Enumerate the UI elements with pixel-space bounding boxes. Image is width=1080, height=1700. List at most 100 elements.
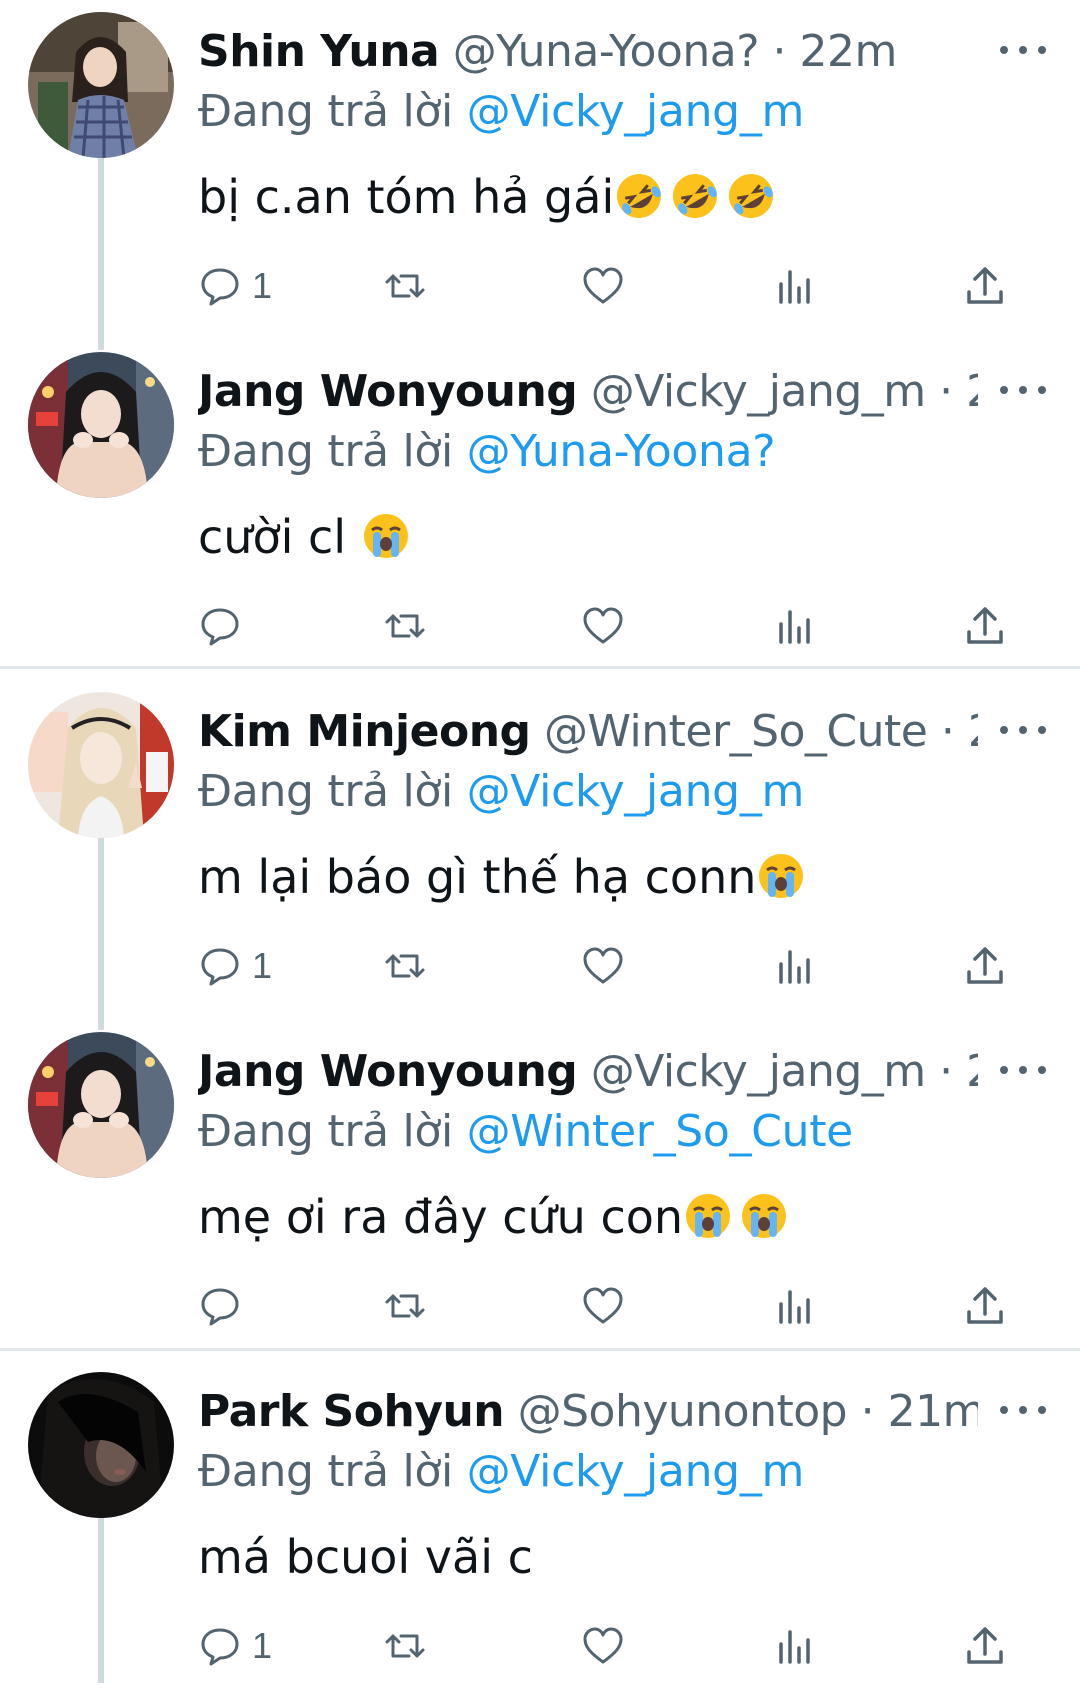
loudly-crying-face-emoji bbox=[361, 511, 411, 561]
share-button[interactable] bbox=[963, 256, 1007, 316]
tweet[interactable]: Shin Yuna @Yuna-Yoona? · 22m Đang trả lờ… bbox=[0, 0, 1080, 340]
like-button[interactable] bbox=[581, 1616, 625, 1676]
tweet[interactable]: Park Sohyun @Sohyunontop · 21m Đang trả … bbox=[0, 1360, 1080, 1700]
replying-to-label: Đang trả lời bbox=[198, 1106, 453, 1157]
replying-to: Đang trả lời @Vicky_jang_m bbox=[198, 80, 804, 144]
views-button[interactable] bbox=[773, 1616, 817, 1676]
loudly-crying-face-emoji bbox=[756, 851, 806, 901]
user-handle[interactable]: @Winter_So_Cute bbox=[544, 706, 928, 757]
tweet-actions: 1 bbox=[198, 1616, 1018, 1676]
timestamp[interactable]: 2... bbox=[966, 366, 978, 417]
avatar[interactable] bbox=[28, 352, 174, 498]
rolling-on-floor-laughing-emoji bbox=[670, 171, 720, 221]
reply-icon bbox=[201, 608, 239, 646]
share-icon bbox=[967, 267, 1003, 304]
tweet[interactable]: Jang Wonyoung @Vicky_jang_m · 2... Đang … bbox=[0, 340, 1080, 680]
loudly-crying-face-emoji bbox=[683, 1191, 733, 1241]
tweet-text-content: cười cl bbox=[198, 510, 361, 564]
reply-count: 1 bbox=[252, 265, 273, 306]
retweet-button[interactable] bbox=[383, 256, 427, 316]
like-button[interactable] bbox=[581, 936, 625, 996]
heart-icon bbox=[583, 947, 623, 984]
views-button[interactable] bbox=[773, 596, 817, 656]
reply-button[interactable]: 1 bbox=[198, 1616, 272, 1676]
retweet-button[interactable] bbox=[383, 596, 427, 656]
bar-chart-icon bbox=[779, 950, 810, 984]
avatar[interactable] bbox=[28, 1372, 174, 1518]
user-handle[interactable]: @Vicky_jang_m bbox=[591, 1046, 926, 1097]
share-icon bbox=[967, 1287, 1003, 1324]
replying-to-link[interactable]: @Vicky_jang_m bbox=[467, 1446, 805, 1497]
reply-count: 1 bbox=[252, 945, 273, 986]
retweet-button[interactable] bbox=[383, 936, 427, 996]
reply-button[interactable] bbox=[198, 1276, 252, 1336]
display-name[interactable]: Jang Wonyoung bbox=[198, 366, 578, 417]
like-button[interactable] bbox=[581, 596, 625, 656]
user-handle[interactable]: @Vicky_jang_m bbox=[591, 366, 926, 417]
display-name[interactable]: Jang Wonyoung bbox=[198, 1046, 578, 1097]
bar-chart-icon bbox=[779, 610, 810, 644]
tweet-header: Jang Wonyoung @Vicky_jang_m · 2... bbox=[198, 360, 978, 424]
timestamp[interactable]: 2... bbox=[968, 706, 978, 757]
reply-button[interactable]: 1 bbox=[198, 256, 272, 316]
share-button[interactable] bbox=[963, 936, 1007, 996]
display-name[interactable]: Park Sohyun bbox=[198, 1386, 505, 1437]
avatar[interactable] bbox=[28, 1032, 174, 1178]
tweet[interactable]: Jang Wonyoung @Vicky_jang_m · 2... Đang … bbox=[0, 1020, 1080, 1360]
replying-to-label: Đang trả lời bbox=[198, 426, 453, 477]
more-options-icon[interactable] bbox=[1000, 1390, 1046, 1430]
more-options-icon[interactable] bbox=[1000, 1050, 1046, 1090]
tweet[interactable]: Kim Minjeong @Winter_So_Cute · 2... Đang… bbox=[0, 680, 1080, 1020]
thread-divider bbox=[0, 666, 1080, 669]
avatar[interactable] bbox=[28, 692, 174, 838]
separator-dot: · bbox=[940, 706, 955, 757]
tweet-header: Park Sohyun @Sohyunontop · 21m bbox=[198, 1380, 978, 1444]
more-options-icon[interactable] bbox=[1000, 370, 1046, 410]
replying-to: Đang trả lời @Yuna-Yoona? bbox=[198, 420, 776, 484]
replying-to: Đang trả lời @Winter_So_Cute bbox=[198, 1100, 853, 1164]
user-handle[interactable]: @Sohyunontop bbox=[518, 1386, 848, 1437]
replying-to-link[interactable]: @Yuna-Yoona? bbox=[467, 426, 776, 477]
tweet-text-content: má bcuoi vãi c bbox=[198, 1530, 533, 1584]
reply-count: 1 bbox=[252, 1625, 273, 1666]
views-button[interactable] bbox=[773, 1276, 817, 1336]
timestamp[interactable]: 22m bbox=[800, 26, 898, 77]
avatar[interactable] bbox=[28, 12, 174, 158]
tweet-text-content: bị c.an tóm hả gái bbox=[198, 170, 615, 224]
rolling-on-floor-laughing-emoji bbox=[614, 171, 664, 221]
user-handle[interactable]: @Yuna-Yoona? bbox=[453, 26, 760, 77]
retweet-button[interactable] bbox=[383, 1276, 427, 1336]
replying-to-link[interactable]: @Vicky_jang_m bbox=[467, 766, 805, 817]
tweet-text-content: m lại báo gì thế hạ conn bbox=[198, 850, 757, 904]
thread-line bbox=[98, 838, 104, 1020]
replying-to-label: Đang trả lời bbox=[198, 1446, 453, 1497]
replying-to-link[interactable]: @Vicky_jang_m bbox=[467, 86, 805, 137]
replying-to: Đang trả lời @Vicky_jang_m bbox=[198, 760, 804, 824]
retweet-icon bbox=[385, 954, 425, 978]
heart-icon bbox=[583, 267, 623, 304]
share-button[interactable] bbox=[963, 1276, 1007, 1336]
share-button[interactable] bbox=[963, 596, 1007, 656]
like-button[interactable] bbox=[581, 256, 625, 316]
retweet-button[interactable] bbox=[383, 1616, 427, 1676]
views-button[interactable] bbox=[773, 256, 817, 316]
retweet-icon bbox=[385, 274, 425, 298]
like-button[interactable] bbox=[581, 1276, 625, 1336]
more-options-icon[interactable] bbox=[1000, 710, 1046, 750]
replying-to-link[interactable]: @Winter_So_Cute bbox=[467, 1106, 854, 1157]
reply-button[interactable] bbox=[198, 596, 252, 656]
reply-button[interactable]: 1 bbox=[198, 936, 272, 996]
display-name[interactable]: Kim Minjeong bbox=[198, 706, 531, 757]
bar-chart-icon bbox=[779, 270, 810, 304]
views-button[interactable] bbox=[773, 936, 817, 996]
display-name[interactable]: Shin Yuna bbox=[198, 26, 440, 77]
timestamp[interactable]: 2... bbox=[966, 1046, 978, 1097]
timestamp[interactable]: 21m bbox=[888, 1386, 978, 1437]
share-button[interactable] bbox=[963, 1616, 1007, 1676]
thread-line bbox=[98, 158, 104, 340]
share-icon bbox=[967, 1627, 1003, 1664]
more-options-icon[interactable] bbox=[1000, 30, 1046, 70]
retweet-icon bbox=[385, 614, 425, 638]
replying-to-label: Đang trả lời bbox=[198, 766, 453, 817]
thread-line bbox=[98, 1020, 104, 1030]
